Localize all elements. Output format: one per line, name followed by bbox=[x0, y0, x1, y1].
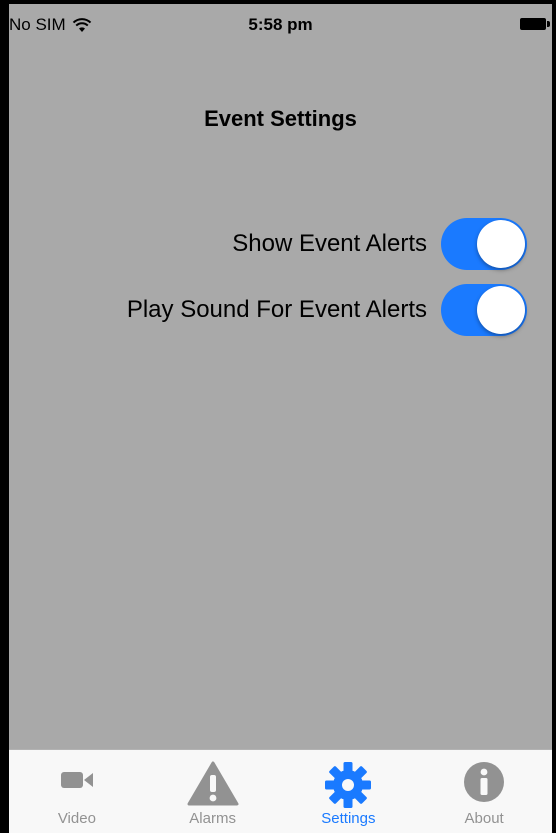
setting-label: Play Sound For Event Alerts bbox=[126, 296, 427, 323]
info-icon bbox=[464, 762, 505, 802]
page-title: Event Settings bbox=[204, 106, 357, 131]
show-event-alerts-toggle[interactable] bbox=[441, 218, 527, 270]
screen: No SIM 5:58 pm Event Settings Show Event… bbox=[9, 4, 552, 833]
status-bar: No SIM 5:58 pm bbox=[9, 4, 552, 44]
warning-icon bbox=[187, 761, 239, 806]
tab-bar: Video Alarms Settings About bbox=[9, 749, 552, 833]
battery-icon bbox=[520, 18, 550, 30]
setting-label: Show Event Alerts bbox=[232, 230, 427, 257]
tab-label: About bbox=[464, 810, 504, 827]
tab-alarms[interactable]: Alarms bbox=[145, 750, 281, 833]
tab-label: Alarms bbox=[189, 810, 236, 827]
video-camera-icon bbox=[60, 772, 93, 788]
play-sound-toggle[interactable] bbox=[441, 284, 527, 336]
setting-row-show-event-alerts: Show Event Alerts bbox=[232, 218, 527, 270]
toggle-knob bbox=[477, 286, 525, 334]
device-frame: No SIM 5:58 pm Event Settings Show Event… bbox=[0, 0, 556, 833]
setting-row-play-sound: Play Sound For Event Alerts bbox=[127, 284, 527, 336]
tab-settings[interactable]: Settings bbox=[281, 750, 417, 833]
tab-about[interactable]: About bbox=[416, 750, 552, 833]
tab-label: Video bbox=[57, 810, 96, 827]
status-time: 5:58 pm bbox=[248, 15, 313, 34]
tab-label: Settings bbox=[321, 810, 376, 827]
toggle-knob bbox=[477, 220, 525, 268]
tab-video[interactable]: Video bbox=[9, 750, 145, 833]
gear-icon bbox=[325, 762, 372, 808]
